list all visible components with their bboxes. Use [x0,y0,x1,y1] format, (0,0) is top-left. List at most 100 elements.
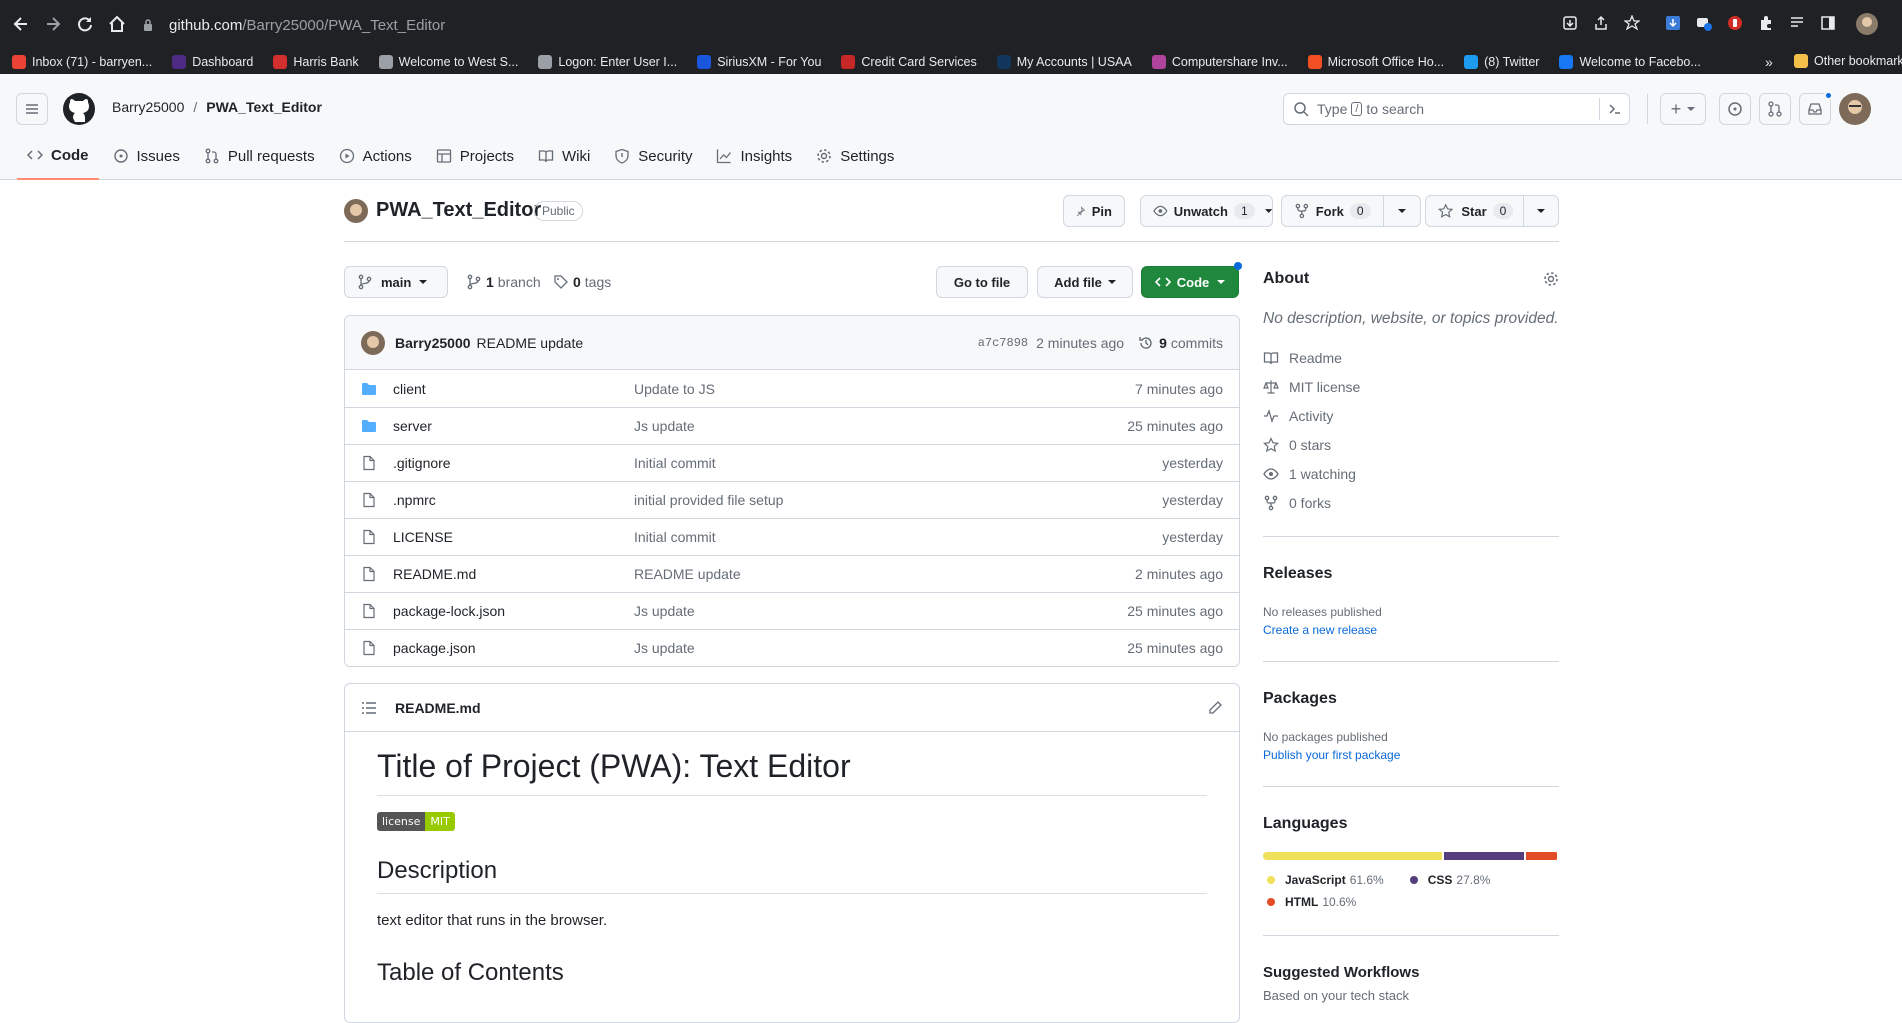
about-item[interactable]: Readme [1263,343,1559,372]
reload-icon[interactable] [75,14,95,34]
file-name[interactable]: package-lock.json [377,603,634,619]
download-extension-icon[interactable] [1665,15,1681,31]
commit-message[interactable]: README update [477,335,584,351]
tab-wiki[interactable]: Wiki [528,140,600,172]
bookmark-item[interactable]: My Accounts | USAA [996,54,1132,69]
about-item[interactable]: Activity [1263,401,1559,430]
file-name[interactable]: README.md [377,566,634,582]
commit-sha[interactable]: a7c7898 [978,336,1028,350]
file-name[interactable]: .npmrc [377,492,634,508]
back-icon[interactable] [11,14,31,34]
file-commit-message[interactable]: Js update [634,640,1127,656]
pull-requests-button[interactable] [1759,93,1791,125]
bookmark-item[interactable]: SiriusXM - For You [697,54,821,69]
inbox-button[interactable] [1799,91,1833,125]
repo-title[interactable]: PWA_Text_Editor [376,199,541,222]
file-row[interactable]: package.json Js update 25 minutes ago [345,629,1239,666]
about-item[interactable]: 1 watching [1263,459,1559,488]
language-item[interactable]: CSS 27.8% [1409,869,1490,891]
file-commit-message[interactable]: Initial commit [634,529,1162,545]
bookmark-item[interactable]: Logon: Enter User I... [538,54,677,69]
install-icon[interactable] [1562,15,1578,31]
fork-button[interactable]: Fork 0 [1281,195,1421,227]
create-release-link[interactable]: Create a new release [1263,623,1377,637]
create-new-button[interactable]: + [1660,93,1706,125]
bookmark-star-icon[interactable] [1624,15,1640,31]
bookmark-item[interactable]: Credit Card Services [841,54,977,69]
go-to-file-button[interactable]: Go to file [936,266,1028,298]
profile-avatar-icon[interactable] [1856,13,1878,35]
about-item[interactable]: 0 stars [1263,430,1559,459]
language-item[interactable]: JavaScript 61.6% [1267,869,1384,891]
tab-security[interactable]: Security [604,140,702,172]
tab-issues[interactable]: Issues [103,140,190,172]
tab-pull-requests[interactable]: Pull requests [194,140,325,172]
share-icon[interactable] [1593,15,1609,31]
file-commit-message[interactable]: Initial commit [634,455,1162,471]
file-row[interactable]: client Update to JS 7 minutes ago [345,370,1239,407]
tags-link[interactable]: 0 tags [553,274,611,290]
file-row[interactable]: .gitignore Initial commit yesterday [345,444,1239,481]
file-name[interactable]: client [377,381,634,397]
file-row[interactable]: LICENSE Initial commit yesterday [345,518,1239,555]
pin-button[interactable]: Pin [1063,195,1125,227]
issues-button[interactable] [1719,93,1751,125]
add-file-button[interactable]: Add file [1037,266,1133,298]
about-item[interactable]: MIT license [1263,372,1559,401]
license-badge[interactable]: license MIT [377,812,1207,831]
owner-link[interactable]: Barry25000 [112,99,184,115]
tab-actions[interactable]: Actions [329,140,422,172]
bookmark-item[interactable]: Microsoft Office Ho... [1307,54,1444,69]
publish-package-link[interactable]: Publish your first package [1263,748,1400,762]
file-row[interactable]: server Js update 25 minutes ago [345,407,1239,444]
tab-projects[interactable]: Projects [426,140,524,172]
bookmarks-overflow-icon[interactable]: » [1765,54,1773,70]
file-commit-message[interactable]: README update [634,566,1135,582]
global-menu-button[interactable] [16,93,48,125]
file-name[interactable]: package.json [377,640,634,656]
about-item[interactable]: 0 forks [1263,488,1559,517]
bookmark-item[interactable]: Inbox (71) - barryen... [12,54,152,69]
tab-code[interactable]: Code [17,140,99,180]
lastpass-icon[interactable] [1727,15,1743,31]
forward-icon[interactable] [43,14,63,34]
star-button[interactable]: Star 0 [1425,195,1559,227]
file-row[interactable]: .npmrc initial provided file setup yesterd… [345,481,1239,518]
bookmark-item[interactable]: Computershare Inv... [1151,54,1288,69]
list-unordered-icon[interactable] [361,700,377,716]
releases-heading[interactable]: Releases [1263,565,1332,583]
bookmark-item[interactable]: Welcome to Facebo... [1559,54,1701,69]
search-input[interactable]: Type / to search [1283,93,1630,125]
commits-link[interactable]: 9 commits [1138,335,1223,351]
file-name[interactable]: LICENSE [377,529,634,545]
readme-filename[interactable]: README.md [395,700,481,716]
home-icon[interactable] [107,14,127,34]
file-commit-message[interactable]: Js update [634,603,1127,619]
command-palette-icon[interactable] [1599,98,1629,120]
commit-author[interactable]: Barry25000 [395,335,471,351]
code-button[interactable]: Code [1141,262,1242,298]
bookmark-item[interactable]: Dashboard [172,54,253,69]
unwatch-button[interactable]: Unwatch 1 [1140,195,1273,227]
file-commit-message[interactable]: Update to JS [634,381,1135,397]
file-row[interactable]: README.md README update 2 minutes ago [345,555,1239,592]
extensions-puzzle-icon[interactable] [1758,15,1774,31]
bookmark-item[interactable]: Harris Bank [273,54,359,69]
commit-author-avatar[interactable] [361,330,385,355]
pencil-icon[interactable] [1207,700,1223,716]
branch-select[interactable]: main [344,266,448,298]
fork-dropdown-icon[interactable] [1382,196,1420,226]
tab-insights[interactable]: Insights [706,140,802,172]
side-panel-icon[interactable] [1820,15,1836,31]
file-commit-message[interactable]: Js update [634,418,1127,434]
repo-link[interactable]: PWA_Text_Editor [206,99,322,115]
notification-extension-icon[interactable] [1696,15,1712,31]
file-commit-message[interactable]: initial provided file setup [634,492,1162,508]
other-bookmarks[interactable]: Other bookmarks [1794,54,1902,68]
bookmark-item[interactable]: Welcome to West S... [378,54,518,69]
file-name[interactable]: server [377,418,634,434]
gear-icon[interactable] [1543,271,1559,287]
file-name[interactable]: .gitignore [377,455,634,471]
address-bar[interactable]: github.com/Barry25000/PWA_Text_Editor [141,12,1626,38]
language-item[interactable]: HTML 10.6% [1267,891,1356,913]
